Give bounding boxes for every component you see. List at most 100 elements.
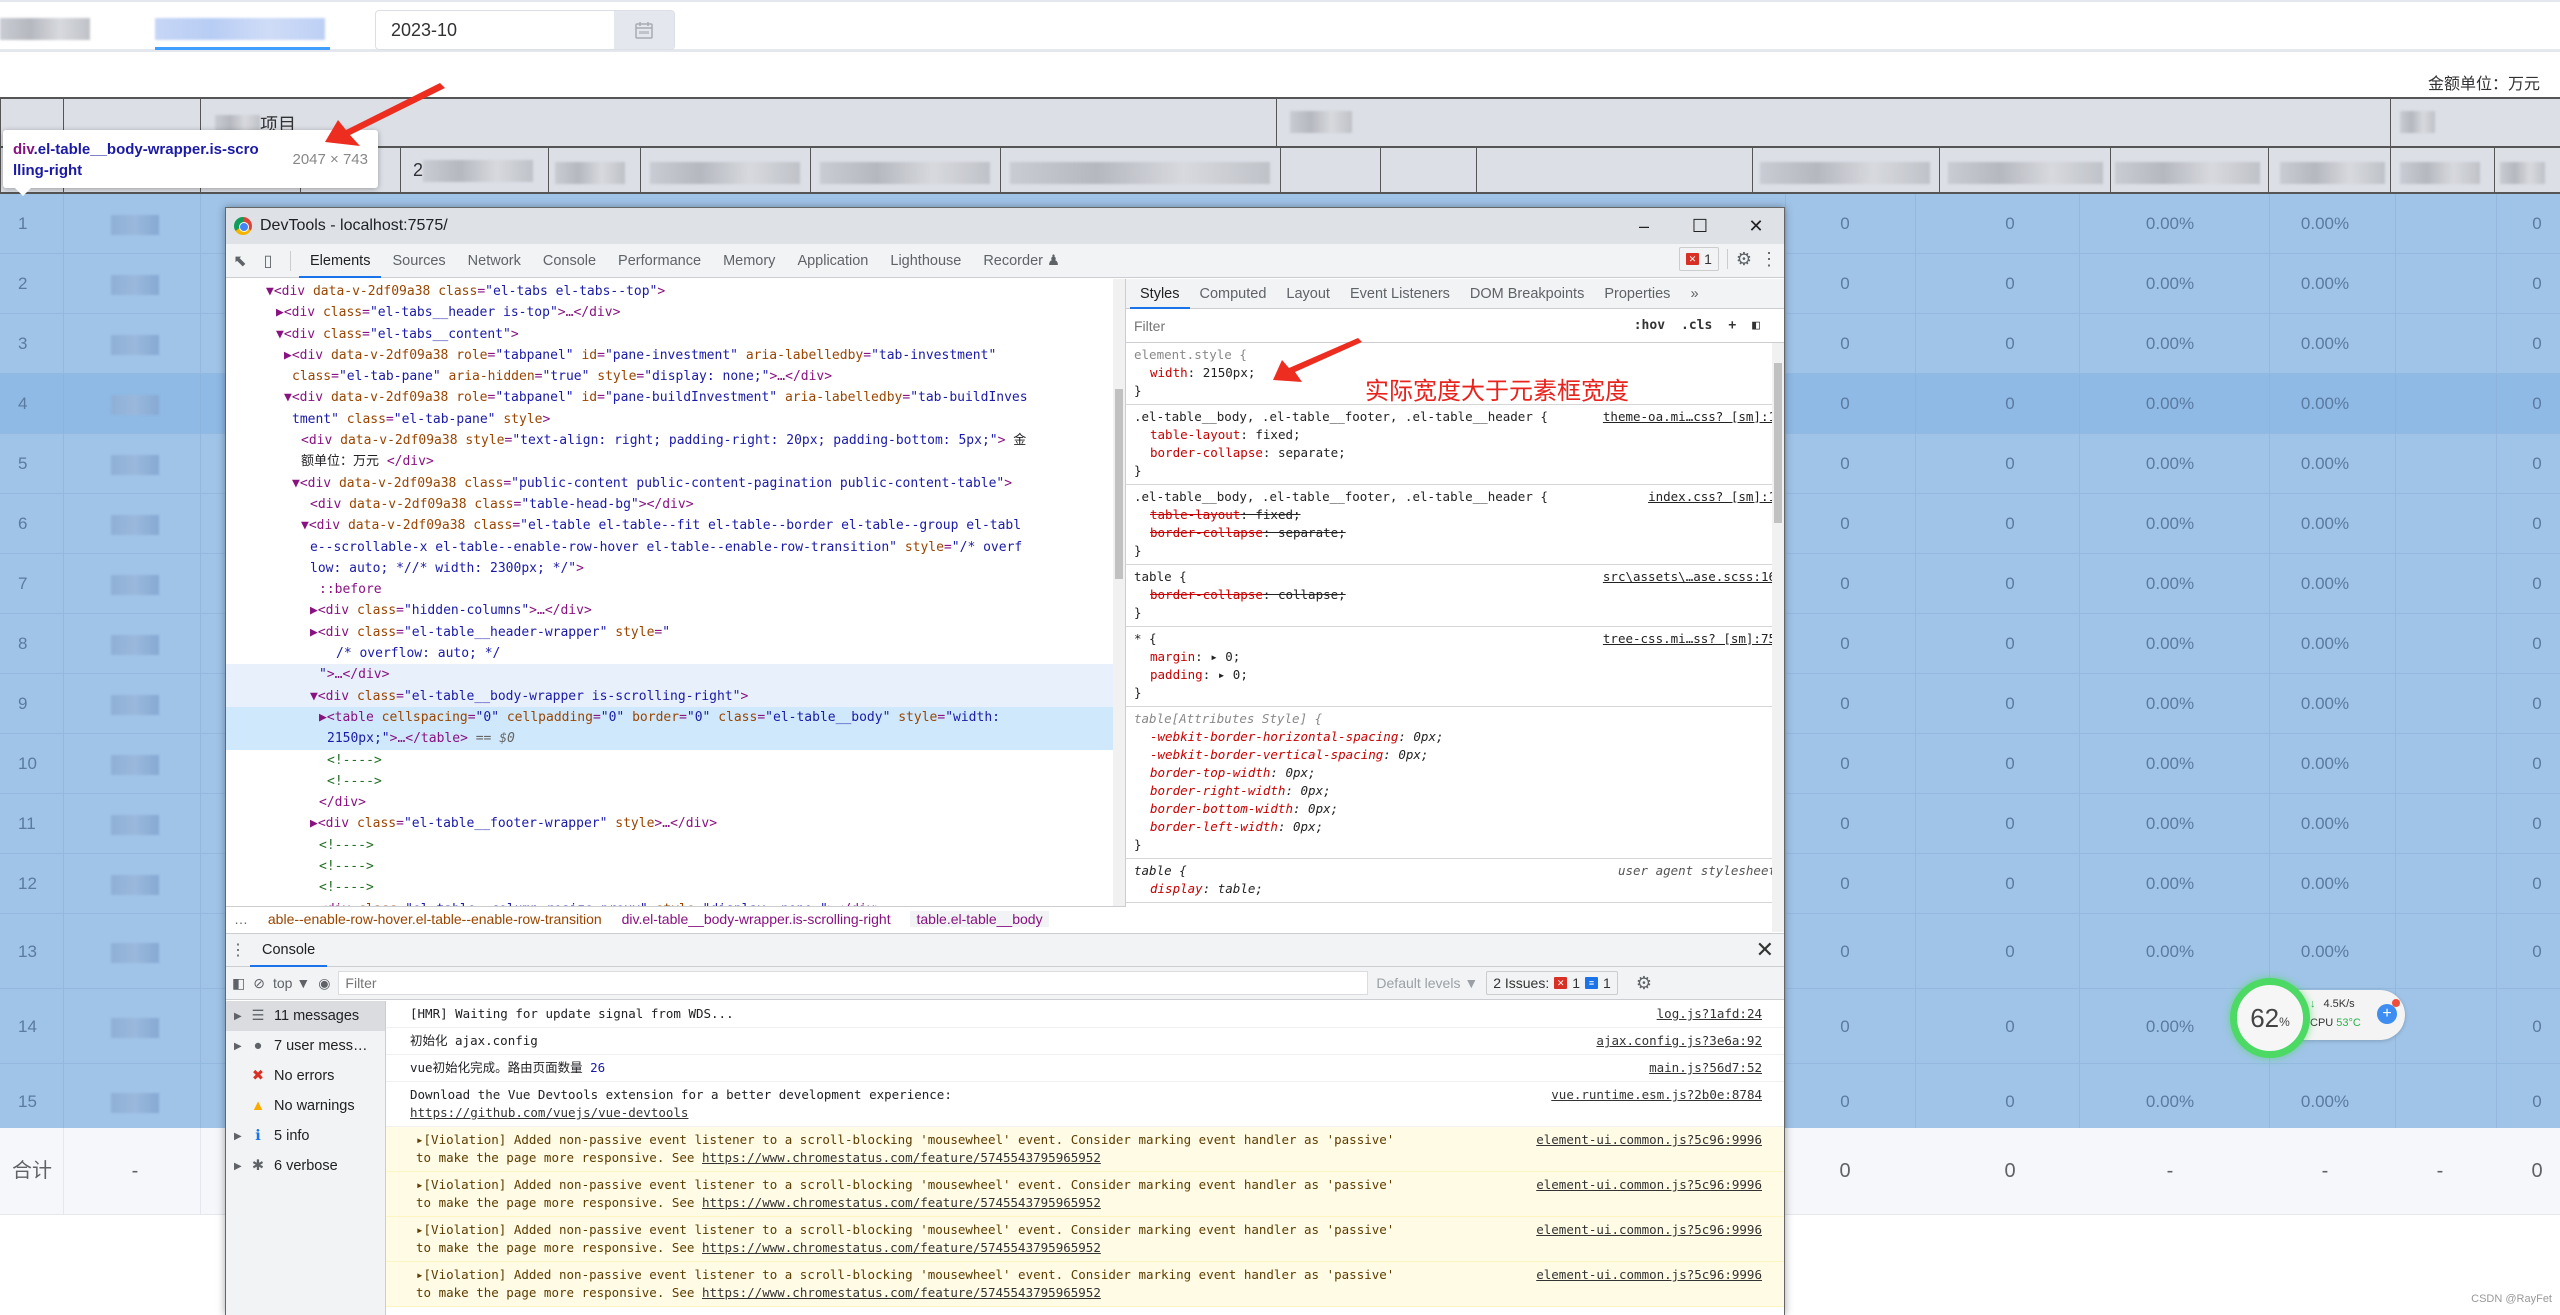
devtools-tab-application[interactable]: Application (786, 244, 879, 278)
console-source-link[interactable]: log.js?1afd:24 (1657, 1005, 1762, 1023)
styles-tab-eventlisteners[interactable]: Event Listeners (1340, 279, 1460, 309)
device-toolbar-icon[interactable]: ▯ (254, 251, 282, 271)
dom-node[interactable]: <div data-v-2df09a38 style="text-align: … (226, 430, 1125, 451)
dom-node[interactable]: <div class="el-table__column-resize-prox… (226, 899, 1125, 906)
console-sidebar-item[interactable]: ▶ ☰ 11 messages (226, 1001, 385, 1031)
dom-node[interactable]: <!----> (226, 856, 1125, 877)
dom-node[interactable]: low: auto; *//* width: 2300px; */"> (226, 558, 1125, 579)
dom-node-selected[interactable]: ▶<table cellspacing="0" cellpadding="0" … (226, 706, 1125, 729)
dom-node[interactable]: </div> (226, 792, 1125, 813)
month-input[interactable] (376, 11, 616, 49)
dom-node[interactable]: /* overflow: auto; */ (226, 643, 1125, 664)
css-property[interactable]: border-collapse: separate; (1134, 444, 1776, 462)
console-link[interactable]: https://www.chromestatus.com/feature/574… (702, 1240, 1101, 1255)
dom-node[interactable]: e--scrollable-x el-table--enable-row-hov… (226, 537, 1125, 558)
css-property[interactable]: table-layout: fixed; (1134, 426, 1776, 444)
devtools-tab-lighthouse[interactable]: Lighthouse (879, 244, 972, 278)
close-drawer-icon[interactable]: ✕ (1756, 937, 1774, 963)
elements-scrollbar[interactable] (1113, 279, 1125, 906)
dom-node[interactable]: ▶<div class="el-table__footer-wrapper" s… (226, 813, 1125, 834)
dom-node[interactable]: ">…</div> (226, 664, 1125, 686)
dom-node[interactable]: ▶<div class="el-table__header-wrapper" s… (226, 622, 1125, 643)
devtools-tab-elements[interactable]: Elements (299, 244, 382, 278)
css-property[interactable]: border-bottom-width: 0px; (1134, 800, 1776, 818)
styles-tab-styles[interactable]: Styles (1130, 279, 1190, 309)
devtools-title-bar[interactable]: DevTools - localhost:7575/ – ☐ ✕ (226, 208, 1784, 244)
css-source-link[interactable]: tree-css.mi…ss? [sm]:75 (1603, 630, 1776, 648)
styles-tab-computed[interactable]: Computed (1190, 279, 1277, 309)
console-source-link[interactable]: ajax.config.js?3e6a:92 (1596, 1032, 1762, 1050)
console-violation-message[interactable]: ▸[Violation] Added non-passive event lis… (386, 1172, 1784, 1217)
log-levels-dropdown[interactable]: Default levels ▼ (1376, 975, 1478, 991)
css-property[interactable]: table-layout: fixed; (1134, 506, 1776, 524)
console-sidebar-item[interactable]: ▶ ✱ 6 verbose (226, 1151, 385, 1181)
css-property[interactable]: border-collapse: separate; (1134, 524, 1776, 542)
css-rule[interactable]: table {user agent stylesheet display: tab… (1126, 859, 1784, 903)
styles-tab-layout[interactable]: Layout (1276, 279, 1340, 309)
css-source-link[interactable]: index.css? [sm]:1 (1648, 488, 1776, 506)
console-violation-message[interactable]: ▸[Violation] Added non-passive event lis… (386, 1127, 1784, 1172)
tab-2-active[interactable] (155, 12, 330, 50)
console-filter-input[interactable] (338, 971, 1369, 995)
css-property[interactable]: border-top-width: 0px; (1134, 764, 1776, 782)
dom-node[interactable]: <!----> (226, 750, 1125, 771)
devtools-tab-network[interactable]: Network (457, 244, 532, 278)
dom-node[interactable]: ▼<div class="el-table__body-wrapper is-s… (226, 685, 1125, 707)
toggle-sidebar-icon[interactable]: ◧ (1752, 318, 1760, 333)
toggle-console-sidebar-icon[interactable]: ◧ (232, 975, 245, 992)
devtools-tab-sources[interactable]: Sources (381, 244, 456, 278)
settings-gear-icon[interactable]: ⚙ (1736, 249, 1752, 270)
hover-state-toggle[interactable]: :hov (1634, 318, 1665, 333)
clear-console-icon[interactable]: ⊘ (253, 975, 265, 992)
css-rule[interactable]: table {src\assets\…ase.scss:16 border-col… (1126, 565, 1784, 627)
dom-node-selected[interactable]: 2150px;">…</table> == $0 (226, 728, 1125, 750)
devtools-tab-memory[interactable]: Memory (712, 244, 786, 278)
breadcrumb-item-selected[interactable]: table.el-table__body (910, 911, 1049, 927)
calendar-icon[interactable] (614, 11, 674, 49)
dom-node[interactable]: ▼<div data-v-2df09a38 class="el-tabs el-… (226, 281, 1125, 302)
console-source-link[interactable]: element-ui.common.js?5c96:9996 (1536, 1266, 1762, 1284)
css-source-link[interactable]: theme-oa.mi…css? [sm]:1 (1603, 408, 1776, 426)
css-rule[interactable]: * {tree-css.mi…ss? [sm]:75 margin: ▸ 0; pa… (1126, 627, 1784, 707)
css-property[interactable]: margin: ▸ 0; (1134, 648, 1776, 666)
errors-badge[interactable]: ✕ 1 (1679, 247, 1719, 271)
close-window-button[interactable]: ✕ (1728, 208, 1784, 244)
dom-node[interactable]: ▶<div class="hidden-columns">…</div> (226, 600, 1125, 621)
styles-scrollbar[interactable] (1772, 343, 1784, 932)
console-sidebar-item[interactable]: ▲ No warnings (226, 1091, 385, 1121)
more-options-icon[interactable]: ⋮ (1760, 249, 1778, 270)
css-source-link[interactable]: user agent stylesheet (1618, 862, 1776, 880)
console-source-link[interactable]: element-ui.common.js?5c96:9996 (1536, 1131, 1762, 1149)
css-property[interactable]: border-left-width: 0px; (1134, 818, 1776, 836)
console-source-link[interactable]: vue.runtime.esm.js?2b0e:8784 (1551, 1086, 1762, 1104)
console-link[interactable]: https://www.chromestatus.com/feature/574… (702, 1195, 1101, 1210)
drawer-menu-icon[interactable]: ⋮ (226, 940, 250, 960)
dom-node[interactable]: class="el-tab-pane" aria-hidden="true" s… (226, 366, 1125, 387)
styles-tab-properties[interactable]: Properties (1594, 279, 1680, 309)
devtools-tab-recorder[interactable]: Recorder ♟ (972, 244, 1071, 278)
breadcrumb-item[interactable]: able--enable-row-hover.el-table--enable-… (268, 911, 602, 927)
css-source-link[interactable]: src\assets\…ase.scss:16 (1603, 568, 1776, 586)
elements-dom-tree[interactable]: ▼<div data-v-2df09a38 class="el-tabs el-… (226, 279, 1126, 906)
dom-node[interactable]: ▼<div data-v-2df09a38 class="public-cont… (226, 473, 1125, 494)
dom-node[interactable]: ▼<div data-v-2df09a38 class="el-table el… (226, 515, 1125, 536)
dom-node[interactable]: 额单位：万元 </div> (226, 451, 1125, 472)
css-rule[interactable]: .el-table__body, .el-table__footer, .el-… (1126, 485, 1784, 565)
console-link[interactable]: https://www.chromestatus.com/feature/574… (702, 1150, 1101, 1165)
dom-node[interactable]: <div data-v-2df09a38 class="table-head-b… (226, 494, 1125, 515)
css-rule[interactable]: .el-table__body, .el-table__footer, .el-… (1126, 405, 1784, 485)
console-source-link[interactable]: element-ui.common.js?5c96:9996 (1536, 1176, 1762, 1194)
dom-node[interactable]: ▼<div class="el-tabs__content"> (226, 324, 1125, 345)
issues-badge[interactable]: 2 Issues: ✕ 1 ≡ 1 (1486, 971, 1618, 995)
css-property[interactable]: -webkit-border-horizontal-spacing: 0px; (1134, 728, 1776, 746)
month-picker[interactable] (375, 10, 675, 50)
dom-node[interactable]: ▶<div data-v-2df09a38 role="tabpanel" id… (226, 345, 1125, 366)
console-sidebar-item[interactable]: ✖ No errors (226, 1061, 385, 1091)
console-violation-message[interactable]: ▸[Violation] Added non-passive event lis… (386, 1217, 1784, 1262)
drawer-tab-console[interactable]: Console (250, 934, 328, 967)
css-property[interactable]: border-right-width: 0px; (1134, 782, 1776, 800)
css-rule[interactable]: table[Attributes Style] {-webkit-border-… (1126, 707, 1784, 859)
css-property[interactable]: -webkit-border-vertical-spacing: 0px; (1134, 746, 1776, 764)
inspect-element-icon[interactable]: ⬉ (226, 251, 254, 271)
console-settings-gear-icon[interactable]: ⚙ (1636, 973, 1652, 994)
